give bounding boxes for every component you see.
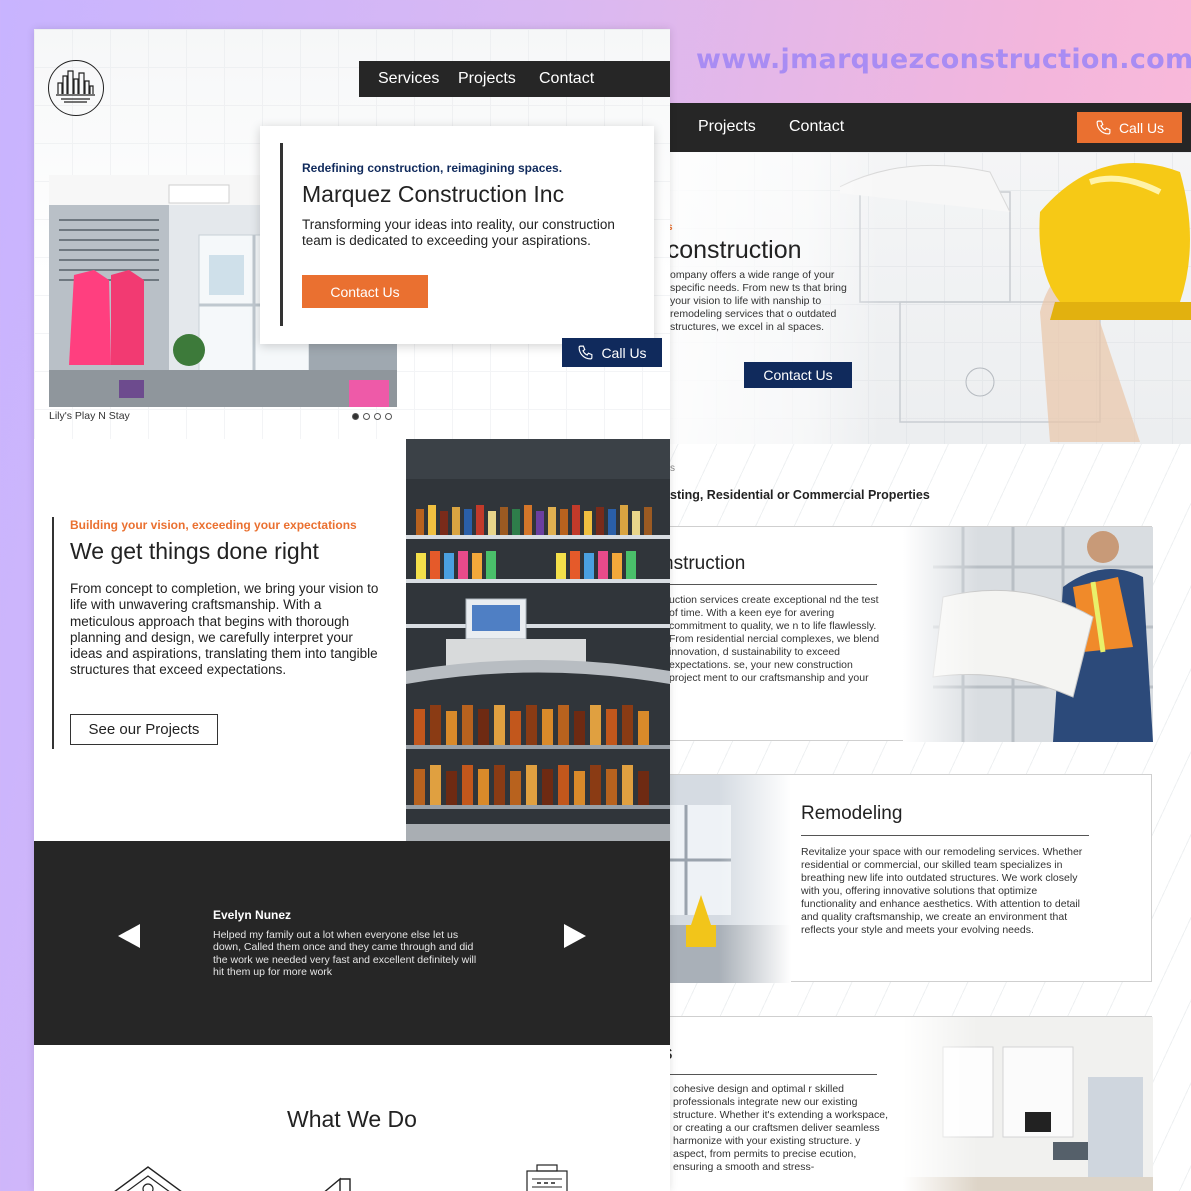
hero-card: Redefining construction, reimagining spa… [260,126,654,344]
nav-projects-link[interactable]: Projects [458,70,516,88]
accent-bar [280,143,283,326]
service-card-remodeling: Remodeling Revitalize your space with ou… [640,774,1152,983]
slide-dot-4[interactable] [385,413,392,420]
hero-title: Marquez Construction Inc [302,181,565,207]
site-url: www.jmarquezconstruction.com [696,44,1191,75]
hero-body: ompany offers a wide range of your speci… [670,269,847,333]
company-logo[interactable] [48,60,104,116]
worker-blueprint-photo [903,527,1153,742]
contact-us-button[interactable]: Contact Us [302,275,428,308]
call-us-button[interactable]: Call Us [562,338,662,367]
about-title: We get things done right [70,538,319,564]
services-eyebrow: s [670,463,675,474]
about-section: Building your vision, exceeding your exp… [34,439,670,841]
what-we-do-heading: What We Do [287,1106,417,1132]
service-card-additions: s cohesive design and optimal r skilled … [640,1016,1153,1191]
nav-services-link[interactable]: Services [378,70,439,88]
hero-eyebrow: Redefining construction, reimagining spa… [302,161,563,175]
remodeling-service-icon [324,1177,351,1191]
slide-dot-1[interactable] [352,413,359,420]
testimonial-author: Evelyn Nunez [213,908,292,922]
nav-contact-link[interactable]: Contact [789,118,844,136]
commercial-building-icon [526,1164,568,1191]
nav-projects-link[interactable]: Projects [698,118,756,136]
skyline-logo-icon [56,70,95,103]
service-body: cohesive design and optimal r skilled pr… [673,1083,889,1173]
phone-icon [1096,120,1111,135]
slide-dot-2[interactable] [363,413,370,420]
back-hero: s ng construction ompany offers a wide r… [640,152,1191,444]
service-body: Revitalize your space with our remodelin… [801,846,1083,936]
liquor-store-photo [406,439,670,841]
service-title: nstruction [663,553,746,574]
title-rule [663,1074,877,1075]
service-body: uction services create exceptional nd th… [669,594,880,684]
title-rule [663,584,877,585]
slider-dots [352,413,392,420]
phone-icon [578,345,593,360]
next-testimonial-arrow-icon[interactable] [564,924,586,948]
prev-testimonial-arrow-icon[interactable] [118,924,140,948]
construction-service-icon [114,1166,182,1191]
home-page-mockup: Services Projects Contact Lily's Play N … [34,29,670,1191]
call-us-button[interactable]: Call Us [1077,112,1182,143]
service-title: Remodeling [801,803,903,824]
call-us-label: Call Us [601,344,647,361]
about-body: From concept to completion, we bring you… [70,581,379,678]
slide-dot-3[interactable] [374,413,381,420]
testimonial-section: Evelyn Nunez Helped my family out a lot … [34,841,670,1045]
main-nav-bar: Services Projects Contact [359,61,670,97]
title-rule [801,835,1089,836]
services-page-mockup: Projects Contact Call Us s ng constructi… [640,103,1191,1191]
services-heading: sting, Residential or Commercial Propert… [670,488,930,502]
testimonial-quote: Helped my family out a lot when everyone… [213,929,477,978]
contact-us-button[interactable]: Contact Us [744,362,852,388]
accent-bar [52,517,54,749]
service-card-new-construction: nstruction uction services create except… [640,526,1153,742]
call-us-label: Call Us [1118,119,1165,136]
back-nav-bar: Projects Contact Call Us [640,103,1191,152]
shelves-image [406,439,670,841]
nav-contact-link[interactable]: Contact [539,70,594,88]
blueprint-plans-image [840,163,1191,442]
about-eyebrow: Building your vision, exceeding your exp… [70,518,357,532]
interior-room-photo [903,1017,1153,1191]
slide-caption: Lily's Play N Stay [49,410,130,422]
hero-body: Transforming your ideas into reality, ou… [302,217,615,248]
see-projects-button[interactable]: See our Projects [70,714,218,745]
